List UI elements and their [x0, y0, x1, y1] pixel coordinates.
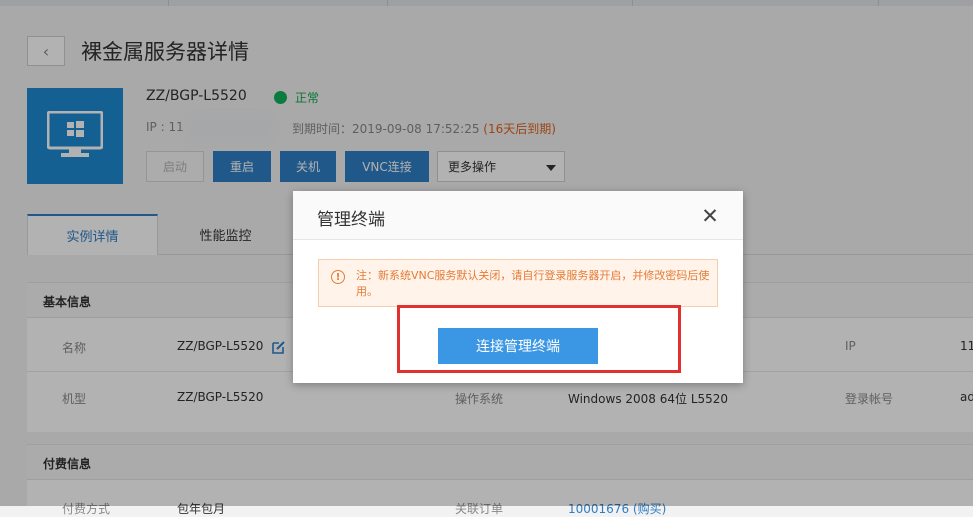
dialog-header: 管理终端 ✕: [293, 191, 743, 240]
dialog-title: 管理终端: [317, 210, 385, 230]
close-icon[interactable]: ✕: [699, 205, 721, 227]
vnc-notice: ! 注：新系统VNC服务默认关闭，请自行登录服务器开启，并修改密码后使用。: [318, 259, 718, 307]
highlight-box: [397, 305, 681, 373]
manage-terminal-dialog: 管理终端 ✕ ! 注：新系统VNC服务默认关闭，请自行登录服务器开启，并修改密码…: [293, 191, 743, 383]
notice-text: 注：新系统VNC服务默认关闭，请自行登录服务器开启，并修改密码后使用。: [356, 269, 710, 298]
warning-icon: !: [331, 270, 345, 284]
